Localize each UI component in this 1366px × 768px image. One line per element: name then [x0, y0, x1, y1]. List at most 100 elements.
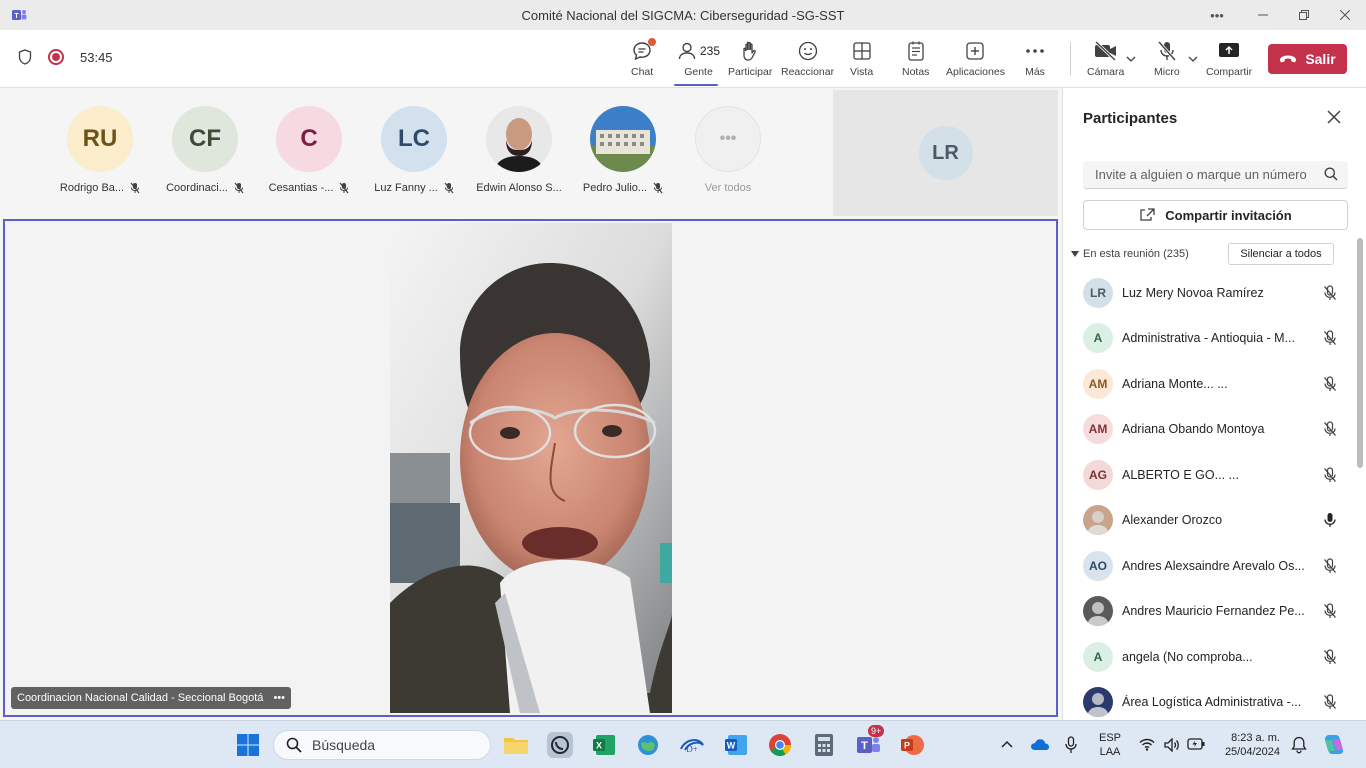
participant-row[interactable]: Aangela (No comproba...: [1083, 640, 1339, 674]
participant-row[interactable]: Alexander Orozco: [1083, 503, 1339, 537]
mic-muted-icon: [130, 182, 140, 194]
participant-row[interactable]: AO Andres Alexsaindre Arevalo Os...: [1083, 549, 1339, 583]
volume-icon[interactable]: [1164, 738, 1180, 752]
wifi-icon[interactable]: [1139, 738, 1155, 751]
more-button[interactable]: Más: [1025, 38, 1045, 78]
share-invite-button[interactable]: Compartir invitación: [1083, 200, 1348, 230]
close-window-button[interactable]: [1324, 0, 1366, 30]
mute-all-button[interactable]: Silenciar a todos: [1228, 243, 1334, 265]
participant-row[interactable]: AM Adriana Monte... ...: [1083, 367, 1339, 401]
participants-panel: Participantes Compartir invitación En es…: [1062, 88, 1366, 720]
windows-taskbar: Búsqueda X D+ W T 9+ P ESP LAA 8:23 a. m…: [0, 720, 1366, 768]
maps-app-icon[interactable]: [634, 731, 662, 759]
participant-tile[interactable]: Edwin Alonso S...: [467, 106, 571, 194]
leave-button[interactable]: Salir: [1268, 44, 1347, 74]
teams-taskbar-icon[interactable]: T 9+: [854, 725, 885, 759]
mic-button[interactable]: Micro: [1154, 38, 1180, 78]
chevron-up-icon[interactable]: [1001, 740, 1013, 748]
speaker-name-label[interactable]: Coordinacion Nacional Calidad - Secciona…: [11, 687, 291, 709]
toolbar-divider: [1070, 42, 1071, 76]
clock[interactable]: 8:23 a. m. 25/04/2024: [1216, 731, 1280, 759]
speaker-video-feed: [390, 223, 672, 713]
mic-muted-icon[interactable]: [1323, 603, 1337, 619]
mic-muted-icon: [339, 182, 349, 194]
participant-list: LR Luz Mery Novoa Ramírez A Administrativa …: [1063, 274, 1353, 720]
avatar-photo: [1083, 687, 1113, 717]
camera-chevron-down-icon[interactable]: [1126, 56, 1136, 62]
mic-muted-icon[interactable]: [1323, 421, 1337, 437]
apps-button[interactable]: Aplicaciones: [946, 38, 1005, 78]
mic-muted-icon[interactable]: [1323, 558, 1337, 574]
speaker-name: Coordinacion Nacional Calidad - Secciona…: [17, 692, 264, 704]
mic-muted-icon[interactable]: [1323, 649, 1337, 665]
participant-row[interactable]: LR Luz Mery Novoa Ramírez: [1083, 276, 1339, 310]
add-app-icon: [966, 42, 985, 60]
participant-name: Andres Alexsaindre Arevalo Os...: [1122, 559, 1305, 573]
invite-search-input[interactable]: [1095, 167, 1315, 182]
minimize-button[interactable]: [1242, 0, 1284, 30]
participant-row[interactable]: A Administrativa - Antioquia - M...: [1083, 321, 1339, 355]
microphone-tray-icon[interactable]: [1065, 736, 1077, 754]
battery-icon[interactable]: [1187, 738, 1205, 750]
excel-icon[interactable]: X: [590, 731, 618, 759]
participant-tile[interactable]: RU Rodrigo Ba...: [48, 106, 152, 194]
more-options-icon[interactable]: •••: [1196, 0, 1238, 30]
shield-icon[interactable]: [18, 49, 32, 65]
see-all-button[interactable]: ••• Ver todos: [676, 106, 780, 194]
hang-up-icon: [1280, 55, 1297, 63]
close-icon[interactable]: [1325, 108, 1343, 126]
mic-chevron-down-icon[interactable]: [1188, 56, 1198, 62]
mic-on-icon[interactable]: [1323, 512, 1337, 528]
participant-row[interactable]: Área Logística Administrativa -...: [1083, 685, 1339, 719]
chrome-icon[interactable]: [766, 731, 794, 759]
powerpoint-icon[interactable]: P: [898, 731, 926, 759]
meeting-toolbar: 53:45 Chat 235 Gente Participar Reaccion…: [0, 30, 1366, 88]
avatar: AG: [1083, 460, 1113, 490]
mic-muted-icon[interactable]: [1323, 376, 1337, 392]
share-button[interactable]: Compartir: [1206, 38, 1252, 78]
participant-row[interactable]: AM Adriana Obando Montoya: [1083, 412, 1339, 446]
ellipsis-icon: •••: [695, 106, 761, 172]
mic-muted-icon[interactable]: [1323, 694, 1337, 710]
panel-title: Participantes: [1083, 110, 1178, 127]
participant-row[interactable]: AG ALBERTO E GO... ...: [1083, 458, 1339, 492]
camera-button[interactable]: Cámara: [1087, 38, 1124, 78]
people-button[interactable]: 235 Gente: [677, 38, 720, 78]
onedrive-icon[interactable]: [1030, 737, 1050, 751]
word-icon[interactable]: W: [722, 731, 750, 759]
meeting-stage: RU Rodrigo Ba... CF Coordinaci... C Cesa…: [0, 88, 1060, 720]
restore-button[interactable]: [1283, 0, 1325, 30]
scrollbar[interactable]: [1357, 238, 1363, 468]
notification-bell-icon[interactable]: [1291, 736, 1307, 754]
notes-button[interactable]: Notas: [902, 38, 929, 78]
participant-tile[interactable]: LC Luz Fanny ...: [362, 106, 466, 194]
svg-text:P: P: [904, 741, 910, 751]
pinned-participant-tile[interactable]: LR: [833, 90, 1058, 216]
invite-search[interactable]: [1083, 161, 1348, 189]
participant-tile[interactable]: C Cesantias -...: [257, 106, 361, 194]
language-code: ESP: [1098, 732, 1121, 744]
disney-app-icon[interactable]: D+: [678, 731, 706, 759]
raise-hand-button[interactable]: Participar: [728, 38, 772, 78]
search-icon[interactable]: [1324, 167, 1338, 181]
mic-muted-icon[interactable]: [1323, 467, 1337, 483]
notes-label: Notas: [902, 66, 930, 78]
start-button[interactable]: [234, 731, 262, 759]
calculator-icon[interactable]: [810, 731, 838, 759]
participant-row[interactable]: Andres Mauricio Fernandez Pe...: [1083, 594, 1339, 628]
react-button[interactable]: Reaccionar: [781, 38, 834, 78]
whatsapp-icon[interactable]: [546, 731, 574, 759]
copilot-icon[interactable]: [1321, 732, 1347, 758]
view-button[interactable]: Vista: [850, 38, 873, 78]
participant-tile[interactable]: Pedro Julio...: [571, 106, 675, 194]
file-explorer-icon[interactable]: [502, 731, 530, 759]
language-indicator[interactable]: ESP LAA: [1094, 731, 1126, 759]
participant-tile[interactable]: CF Coordinaci...: [153, 106, 257, 194]
speaker-options-icon[interactable]: •••: [273, 692, 285, 704]
mic-muted-icon[interactable]: [1323, 330, 1337, 346]
taskbar-search[interactable]: Búsqueda: [273, 730, 491, 760]
avatar: LR: [918, 126, 973, 180]
chat-button[interactable]: Chat: [631, 38, 657, 78]
active-speaker-video[interactable]: Coordinacion Nacional Calidad - Secciona…: [3, 219, 1058, 717]
mic-muted-icon[interactable]: [1323, 285, 1337, 301]
